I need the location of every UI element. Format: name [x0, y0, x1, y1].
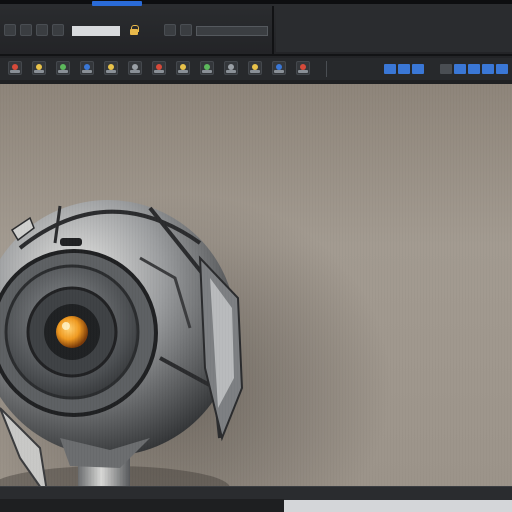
option-button-5[interactable]: [164, 24, 176, 36]
tool-13-button[interactable]: [296, 61, 310, 75]
tool-7-icon-base: [154, 70, 164, 73]
robot-model: [0, 200, 244, 510]
option-button-4[interactable]: [52, 24, 64, 36]
name-field[interactable]: [72, 26, 120, 36]
tool-13-icon-base: [298, 70, 308, 73]
tool-3-button[interactable]: [56, 61, 70, 75]
timeline-area[interactable]: [0, 499, 284, 512]
menu-item-1[interactable]: [6, 10, 46, 22]
panel-divider: [272, 6, 274, 54]
divider: [0, 54, 512, 56]
layer-button-1[interactable]: [384, 64, 396, 74]
robot-shell: [0, 200, 236, 456]
tool-11-button[interactable]: [248, 61, 262, 75]
robot-eye: [56, 316, 88, 348]
tool-12-button[interactable]: [272, 61, 286, 75]
menu-item-3[interactable]: [184, 10, 224, 22]
tool-7-button[interactable]: [152, 61, 166, 75]
tool-9-icon-base: [202, 70, 212, 73]
panel-title: [420, 8, 508, 22]
menu-bar: [6, 10, 268, 24]
option-button-6[interactable]: [180, 24, 192, 36]
tool-2-icon-base: [34, 70, 44, 73]
lock-icon[interactable]: [130, 25, 139, 35]
tool-4-button[interactable]: [80, 61, 94, 75]
tool-6-icon-base: [130, 70, 140, 73]
menu-item-2[interactable]: [50, 10, 90, 22]
layer-button-3[interactable]: [412, 64, 424, 74]
tool-4-icon-base: [82, 70, 92, 73]
option-button-3[interactable]: [36, 24, 48, 36]
tool-3-icon-base: [58, 70, 68, 73]
layer-button-6[interactable]: [468, 64, 480, 74]
option-button-1[interactable]: [4, 24, 16, 36]
layer-button-5[interactable]: [454, 64, 466, 74]
tool-6-button[interactable]: [128, 61, 142, 75]
command-input[interactable]: [284, 500, 512, 512]
tool-8-icon-base: [178, 70, 188, 73]
3d-viewport[interactable]: [0, 84, 512, 510]
tool-10-icon-base: [226, 70, 236, 73]
tool-9-button[interactable]: [200, 61, 214, 75]
active-tab-indicator[interactable]: [92, 1, 142, 6]
tool-5-icon-base: [106, 70, 116, 73]
toolbar-separator: [326, 61, 327, 77]
layer-button-8[interactable]: [496, 64, 508, 74]
tool-1-icon-base: [10, 70, 20, 73]
tool-1-button[interactable]: [8, 61, 22, 75]
face-ring: [0, 249, 158, 417]
tool-8-button[interactable]: [176, 61, 190, 75]
tool-11-icon-base: [250, 70, 260, 73]
layer-button-2[interactable]: [398, 64, 410, 74]
menu-item-4[interactable]: [228, 10, 268, 22]
tool-2-button[interactable]: [32, 61, 46, 75]
toolbar: [0, 58, 512, 80]
title-bar-strip: [0, 0, 512, 4]
tool-12-icon-base: [274, 70, 284, 73]
layer-button-7[interactable]: [482, 64, 494, 74]
status-bar: [0, 486, 512, 512]
top-chrome: [0, 0, 512, 88]
option-button-2[interactable]: [20, 24, 32, 36]
tool-5-button[interactable]: [104, 61, 118, 75]
value-field[interactable]: [196, 26, 268, 36]
layer-button-4[interactable]: [440, 64, 452, 74]
tool-10-button[interactable]: [224, 61, 238, 75]
